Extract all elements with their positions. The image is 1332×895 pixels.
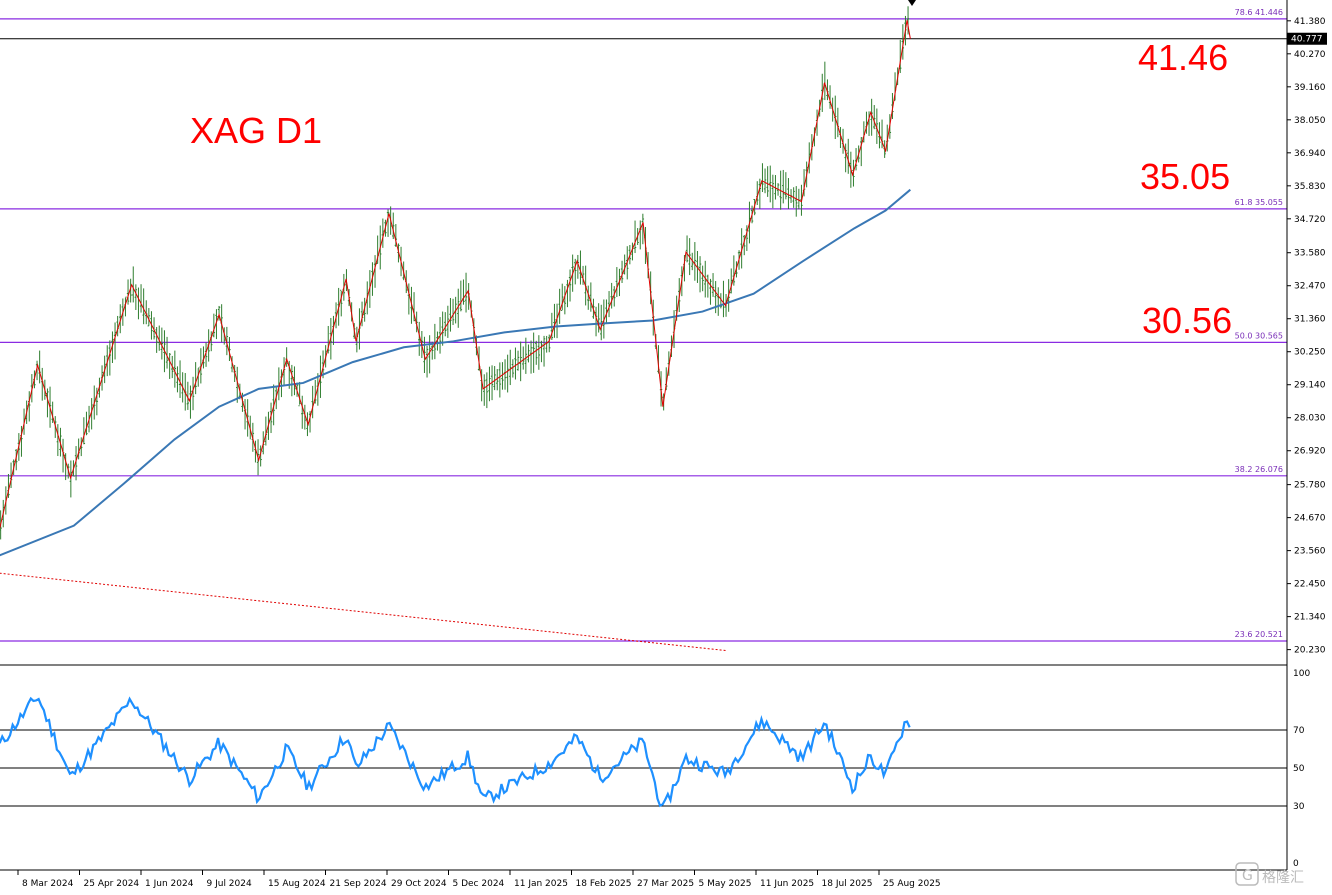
xag-d1-chart: 78.6 41.446 61.8 35.055 50.0 30.565 38.2 26…	[0, 0, 1332, 895]
price-tick-label: 21.340	[1294, 613, 1326, 623]
time-tick-label: 15 Aug 2024	[268, 879, 326, 889]
rsi-tick-label: 70	[1293, 726, 1305, 736]
price-tick-label: 29.140	[1294, 381, 1326, 391]
fib-level-label: 61.8 35.055	[1235, 198, 1283, 207]
rsi-tick-label: 30	[1293, 802, 1305, 812]
time-tick-label: 8 Mar 2024	[22, 879, 74, 889]
time-tick-label: 18 Feb 2025	[576, 879, 632, 889]
time-tick-label: 11 Jan 2025	[514, 879, 568, 889]
time-tick-label: 25 Apr 2024	[84, 879, 140, 889]
time-tick-label: 9 Jul 2024	[207, 879, 252, 889]
price-tick-label: 26.920	[1294, 447, 1326, 457]
rsi-tick-label: 50	[1293, 764, 1305, 774]
watermark-text: 格隆汇	[1262, 870, 1304, 886]
time-tick-label: 18 Jul 2025	[822, 879, 873, 889]
time-tick-label: 1 Jun 2024	[145, 879, 194, 889]
fib-level-label: 23.6 20.521	[1235, 630, 1283, 639]
price-tick-label: 39.160	[1294, 83, 1326, 93]
price-tick-label: 25.780	[1294, 481, 1326, 491]
time-tick-label: 21 Sep 2024	[330, 879, 387, 889]
time-tick-label: 27 Mar 2025	[637, 879, 694, 889]
fib-level-label: 78.6 41.446	[1235, 8, 1283, 17]
price-tick-label: 28.030	[1294, 414, 1326, 424]
watermark-logo-letter: G	[1242, 868, 1253, 884]
price-tick-label: 31.360	[1294, 315, 1326, 325]
price-tick-label: 33.580	[1294, 249, 1326, 259]
price-tick-label: 22.450	[1294, 580, 1326, 590]
price-tick-label: 20.230	[1294, 646, 1326, 656]
annotation-41-46: 41.46	[1138, 37, 1228, 78]
price-tick-label: 24.670	[1294, 514, 1326, 524]
rsi-tick-label: 0	[1293, 859, 1299, 869]
time-tick-label: 25 Aug 2025	[883, 879, 941, 889]
price-tick-label: 34.720	[1294, 215, 1326, 225]
time-tick-label: 29 Oct 2024	[391, 879, 447, 889]
time-tick-label: 11 Jun 2025	[760, 879, 814, 889]
price-tick-label: 40.270	[1294, 50, 1326, 60]
rsi-tick-label: 100	[1293, 669, 1310, 679]
annotation-30-56: 30.56	[1142, 300, 1232, 341]
chart-title: XAG D1	[190, 110, 322, 151]
annotation-35-05: 35.05	[1140, 156, 1230, 197]
fib-level-label: 38.2 26.076	[1235, 465, 1283, 474]
time-tick-label: 5 Dec 2024	[453, 879, 505, 889]
current-price-label: 40.777	[1291, 35, 1323, 45]
price-tick-label: 32.470	[1294, 282, 1326, 292]
price-tick-label: 38.050	[1294, 116, 1326, 126]
price-tick-label: 30.250	[1294, 348, 1326, 358]
fib-level-label: 50.0 30.565	[1235, 331, 1283, 340]
price-tick-label: 23.560	[1294, 547, 1326, 557]
price-tick-label: 36.940	[1294, 149, 1326, 159]
price-tick-label: 41.380	[1294, 17, 1326, 27]
price-tick-label: 35.830	[1294, 182, 1326, 192]
time-tick-label: 5 May 2025	[699, 879, 752, 889]
